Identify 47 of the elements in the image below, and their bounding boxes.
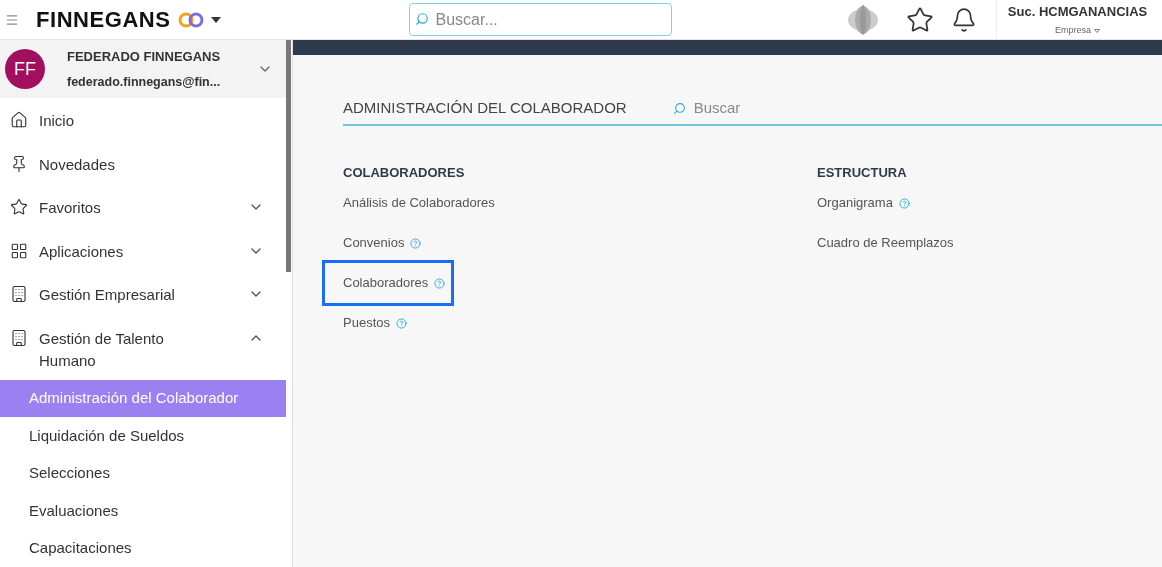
help-icon[interactable] <box>396 317 407 329</box>
grid-icon <box>10 241 28 260</box>
section-heading: COLABORADORES <box>343 164 466 182</box>
star-icon[interactable] <box>905 5 934 34</box>
building-icon <box>10 328 28 347</box>
user-name: FEDERADO FINNEGANS <box>67 48 222 67</box>
nav-item[interactable]: Gestión Empresarial <box>0 273 286 316</box>
menu-link[interactable]: Puestos <box>340 310 410 336</box>
caret-icon <box>1094 28 1100 33</box>
menu-icon[interactable] <box>5 12 19 27</box>
pin-icon <box>10 154 28 173</box>
nav-item[interactable]: Inicio <box>0 99 286 142</box>
page-title: ADMINISTRACIÓN DEL COLABORADOR <box>343 98 627 119</box>
nav-subitem[interactable]: Selecciones <box>0 454 286 493</box>
nav-subitem[interactable]: Liquidación de Sueldos <box>0 417 286 455</box>
nav-item[interactable]: Novedades <box>0 142 286 186</box>
star-icon <box>10 198 28 217</box>
building-icon <box>10 285 28 304</box>
brand-logo: FINNEGANS <box>36 6 171 34</box>
menu-link[interactable]: Organigrama <box>814 190 913 216</box>
nav-item[interactable]: Favoritos <box>0 186 286 229</box>
home-icon <box>10 111 28 130</box>
user-panel[interactable]: FF FEDERADO FINNEGANS federado.finnegans@fin... <box>0 40 286 99</box>
search-icon <box>414 12 429 26</box>
menu-link[interactable]: Cuadro de Reemplazos <box>814 230 957 256</box>
company-label: Empresa <box>1055 24 1091 37</box>
scrollbar-thumb[interactable] <box>286 40 291 272</box>
sphere-icon[interactable] <box>845 4 880 35</box>
menu-link[interactable]: Análisis de Colaboradores <box>340 190 498 216</box>
user-email: federado.finnegans@fin... <box>67 73 222 91</box>
help-icon[interactable] <box>434 277 446 289</box>
search-field[interactable]: Buscar <box>693 97 894 120</box>
menu-link[interactable]: Colaboradores <box>322 260 455 306</box>
help-icon[interactable] <box>898 197 910 209</box>
search-field[interactable]: Buscar... <box>408 3 672 36</box>
search-icon <box>672 102 686 115</box>
branch-selector[interactable]: Suc. HCMGANANCIAS Empresa <box>995 0 1159 40</box>
nav-subitem[interactable]: Capacitaciones <box>0 529 286 567</box>
section-heading: ESTRUCTURA <box>817 164 908 182</box>
nav-subitem[interactable]: Evaluaciones <box>0 492 286 530</box>
help-icon[interactable] <box>410 237 422 249</box>
nav-item[interactable]: Gestión de Talento Humano <box>0 316 286 380</box>
avatar: FF <box>5 49 45 90</box>
menu-link[interactable]: Convenios <box>340 230 425 256</box>
rings-icon <box>176 11 205 28</box>
caret-icon[interactable] <box>210 16 221 23</box>
nav-item[interactable]: Aplicaciones <box>0 229 286 273</box>
